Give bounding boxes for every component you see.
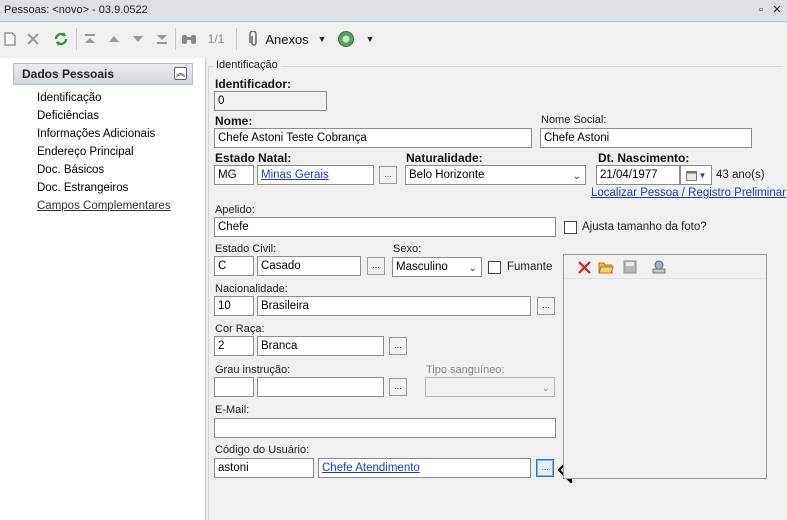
natal-lookup-button[interactable]: ...: [379, 166, 397, 184]
toolbar-separator: [76, 28, 77, 50]
attachments-button[interactable]: Anexos: [264, 28, 310, 50]
tipo-sanguineo-select: ⌄: [425, 377, 555, 397]
estado-field[interactable]: MG: [214, 165, 254, 185]
cor-raca-code-field[interactable]: 2: [214, 336, 254, 356]
natal-label: Natal:: [258, 151, 292, 165]
toolbar-separator: [236, 28, 237, 50]
sidebar-header[interactable]: Dados Pessoais ︽: [13, 63, 193, 85]
nacionalidade-field[interactable]: Brasileira: [257, 296, 531, 316]
codigo-usuario-lookup-button[interactable]: ...: [536, 459, 554, 477]
chevron-down-icon: ⌄: [541, 383, 550, 394]
chevron-down-icon: ⌄: [468, 263, 477, 274]
estado-label: Estado: [215, 151, 256, 165]
natal-field[interactable]: Minas Gerais: [257, 165, 374, 185]
chevron-down-icon: ⌄: [572, 171, 581, 182]
open-folder-icon[interactable]: [598, 259, 614, 275]
pin-button[interactable]: ▫: [754, 2, 768, 18]
close-button[interactable]: ✕: [770, 2, 784, 18]
toolbar: 1/1 Anexos ▼ ▼: [0, 22, 787, 58]
identificador-label: Identificador:: [215, 77, 292, 91]
grau-instrucao-label: Grau instrução:: [215, 364, 291, 376]
paperclip-icon[interactable]: [244, 28, 264, 50]
previous-record-icon[interactable]: [106, 28, 122, 50]
codigo-usuario-field[interactable]: Chefe Atendimento: [318, 458, 531, 478]
nacionalidade-code-field[interactable]: 10: [214, 296, 254, 316]
first-record-icon[interactable]: [82, 28, 98, 50]
sexo-select[interactable]: Masculino ⌄: [392, 257, 482, 277]
sidebar-item-endereco-principal[interactable]: Endereço Principal: [37, 146, 134, 158]
apelido-label: Apelido:: [215, 204, 255, 216]
dt-nascimento-label: Dt. Nascimento:: [598, 151, 690, 165]
fumante-checkbox[interactable]: [488, 261, 501, 274]
delete-photo-icon[interactable]: [576, 259, 592, 275]
sidebar-item-identificacao[interactable]: Identificação: [37, 92, 102, 104]
photo-panel: [563, 254, 767, 479]
grau-instrucao-code-field[interactable]: [214, 377, 254, 397]
sidebar-item-informacoes-adicionais[interactable]: Informações Adicionais: [37, 128, 155, 140]
new-icon[interactable]: [2, 28, 18, 50]
nacionalidade-lookup-button[interactable]: ...: [537, 297, 555, 315]
sidebar-item-campos-complementares[interactable]: Campos Complementares: [37, 200, 171, 212]
refresh-icon[interactable]: [52, 28, 70, 50]
sexo-value: Masculino: [396, 261, 448, 273]
calendar-icon: [685, 170, 697, 181]
naturalidade-value: Belo Horizonte: [409, 169, 485, 181]
binoculars-icon[interactable]: [180, 28, 198, 50]
record-counter: 1/1: [207, 32, 225, 46]
group-title: Identificação: [213, 59, 281, 71]
scanner-icon[interactable]: [651, 259, 667, 275]
ajusta-foto-checkbox[interactable]: [564, 221, 577, 234]
identificador-field: 0: [214, 91, 327, 111]
globe-icon[interactable]: [336, 28, 356, 50]
codigo-usuario-label: Código do Usuário:: [215, 444, 310, 456]
calendar-picker-button[interactable]: ▼: [680, 165, 712, 185]
chevron-down-icon[interactable]: ▼: [316, 28, 328, 50]
grau-instrucao-field[interactable]: [257, 377, 384, 397]
sidebar-header-label: Dados Pessoais: [22, 67, 115, 81]
nome-field[interactable]: Chefe Astoni Teste Cobrança: [214, 128, 532, 148]
sidebar-item-doc-estrangeiros[interactable]: Doc. Estrangeiros: [37, 182, 128, 194]
nome-social-label: Nome Social:: [541, 114, 607, 126]
fumante-label: Fumante: [507, 261, 553, 273]
toolbar-separator: [175, 28, 176, 50]
sidebar-item-deficiencias[interactable]: Deficiências: [37, 110, 99, 122]
cor-raca-label: Cor Raça:: [215, 323, 265, 335]
naturalidade-select[interactable]: Belo Horizonte ⌄: [405, 165, 586, 185]
estado-civil-field[interactable]: Casado: [257, 256, 361, 276]
nome-social-field[interactable]: Chefe Astoni: [540, 128, 752, 148]
apelido-field[interactable]: Chefe: [214, 217, 556, 237]
email-label: E-Mail:: [215, 404, 250, 416]
nome-label: Nome:: [215, 114, 253, 128]
chevron-down-icon: ▼: [698, 170, 707, 180]
email-field[interactable]: [214, 418, 556, 438]
cor-raca-lookup-button[interactable]: ...: [389, 337, 407, 355]
nacionalidade-label: Nacionalidade:: [215, 283, 288, 295]
sexo-label: Sexo:: [393, 243, 422, 255]
sidebar-item-doc-basicos[interactable]: Doc. Básicos: [37, 164, 104, 176]
localizar-pessoa-link[interactable]: Localizar Pessoa / Registro Preliminar: [591, 187, 786, 199]
next-record-icon[interactable]: [130, 28, 146, 50]
photo-toolbar: [564, 255, 766, 279]
codigo-usuario-code-field[interactable]: astoni: [214, 458, 314, 478]
estado-civil-label: Estado Civil:: [215, 243, 277, 255]
window-title: Pessoas: <novo> - 03.9.0522: [4, 4, 148, 16]
last-record-icon[interactable]: [154, 28, 170, 50]
age-text: 43 ano(s): [716, 169, 765, 181]
estado-civil-code-field[interactable]: C: [214, 256, 254, 276]
tipo-sanguineo-label: Tipo sanguíneo:: [426, 364, 505, 376]
delete-icon[interactable]: [25, 28, 41, 50]
grau-instrucao-lookup-button[interactable]: ...: [389, 378, 407, 396]
collapse-icon[interactable]: ︽: [174, 67, 187, 80]
window-titlebar: Pessoas: <novo> - 03.9.0522 ▫ ✕: [0, 0, 787, 22]
ajusta-foto-label: Ajusta tamanho da foto?: [582, 221, 707, 233]
cor-raca-field[interactable]: Branca: [257, 336, 384, 356]
save-icon[interactable]: [622, 259, 638, 275]
naturalidade-label: Naturalidade:: [406, 151, 483, 165]
estado-civil-lookup-button[interactable]: ...: [367, 257, 385, 275]
chevron-down-icon[interactable]: ▼: [364, 28, 376, 50]
dt-nascimento-field[interactable]: 21/04/1977: [596, 165, 680, 185]
